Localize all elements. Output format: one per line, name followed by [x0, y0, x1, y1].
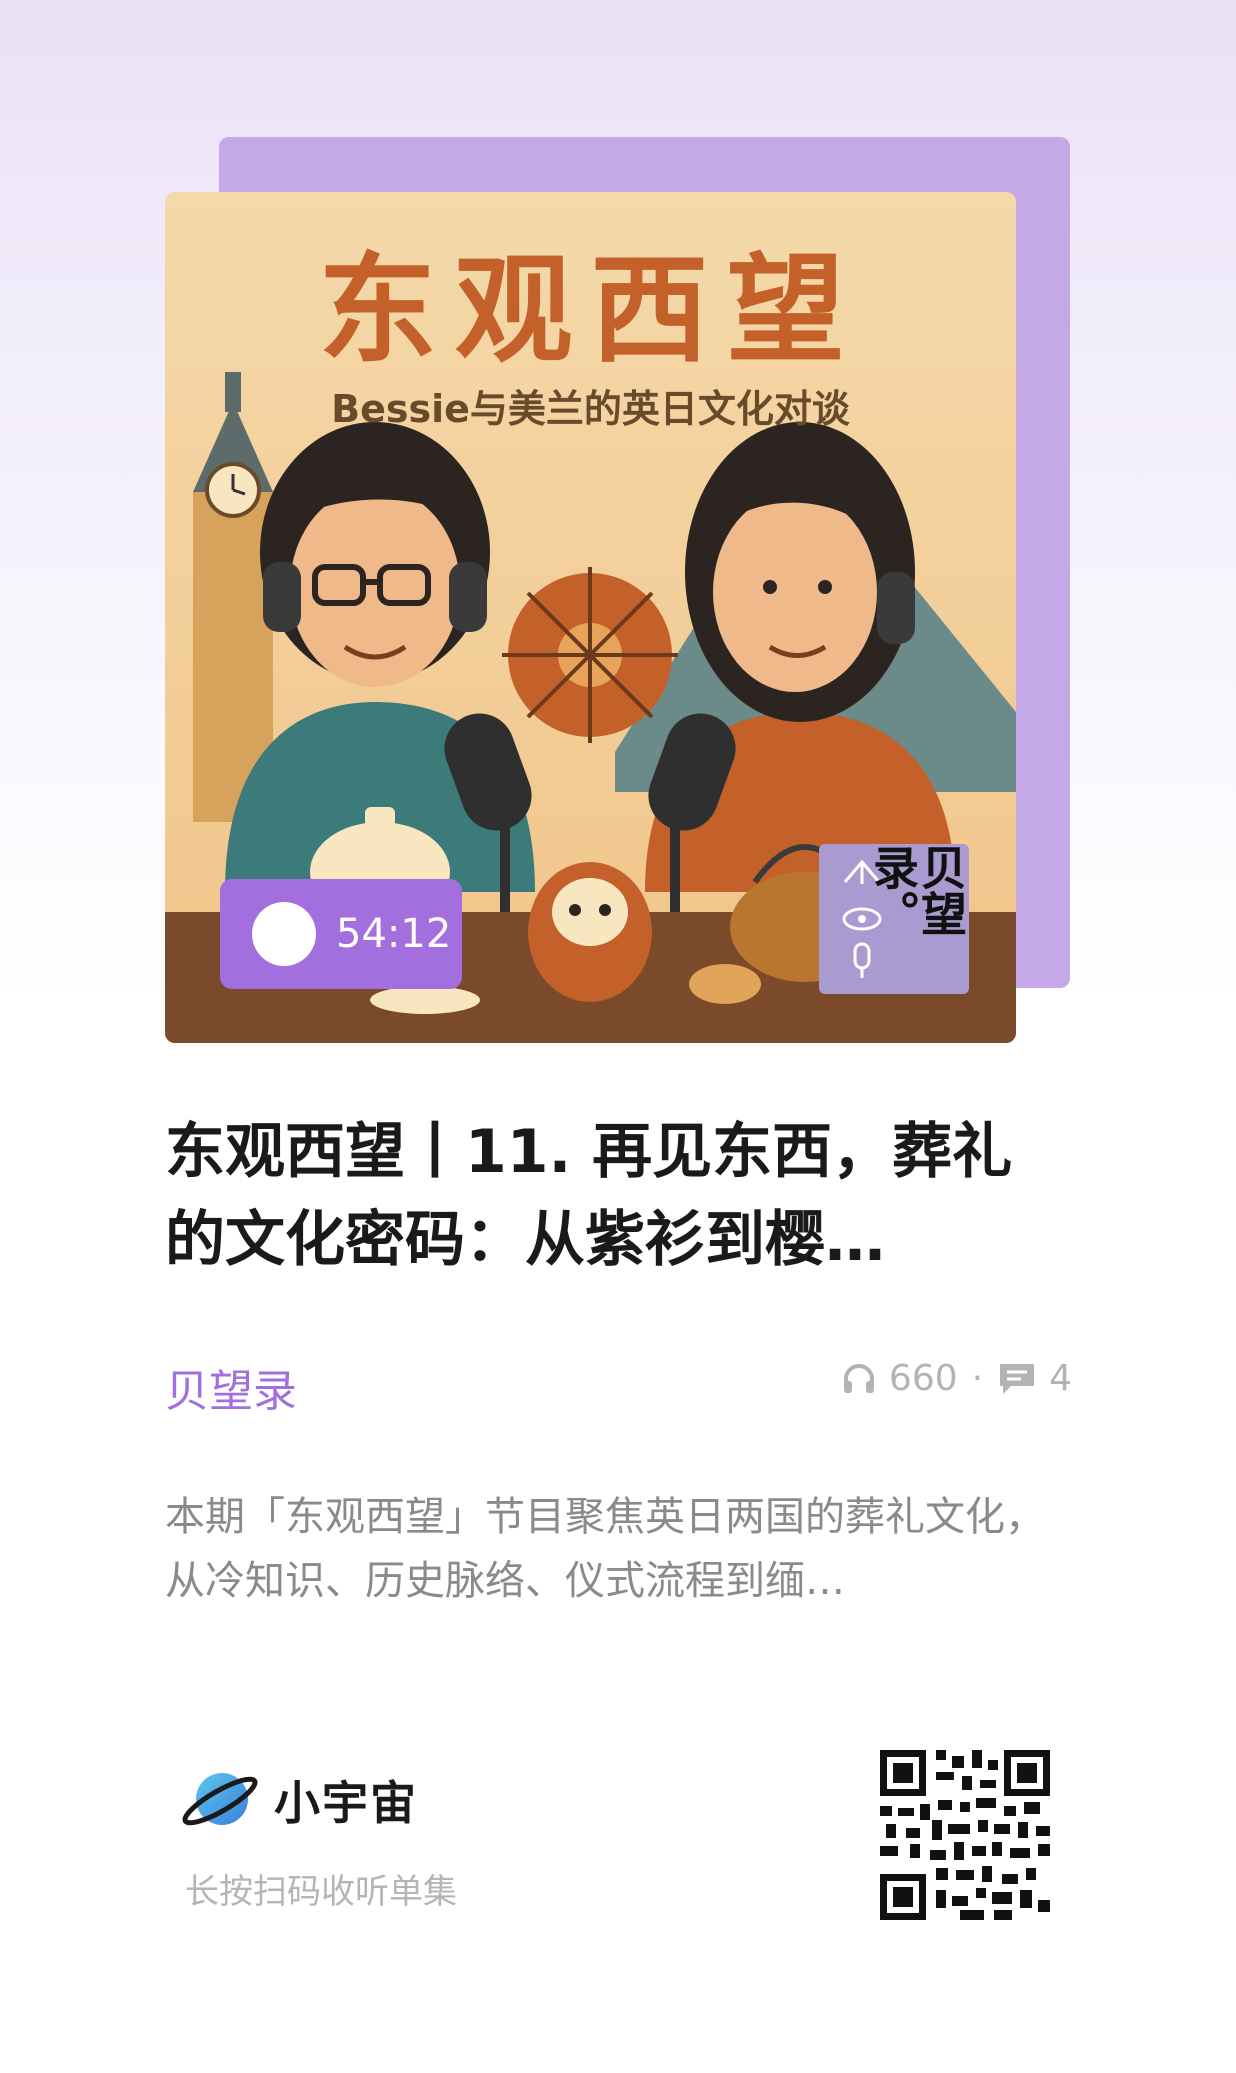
cover-subtitle: Bessie与美兰的英日文化对谈 — [331, 387, 850, 431]
headphones-icon — [841, 1361, 877, 1397]
badge-text: 贝望录。 — [866, 844, 968, 936]
stats-separator: · — [971, 1358, 984, 1399]
play-icon — [228, 882, 316, 966]
episode-description: 本期「东观西望」节目聚焦英日两国的葬礼文化，从冷知识、历史脉络、仪式流程到缅… — [165, 1494, 1045, 1604]
episode-cover-art[interactable]: 东观西望 Bessie与美兰的英日文化对谈 54:12 贝望录。 — [165, 192, 1016, 1043]
play-button[interactable]: 54:12 — [220, 879, 462, 989]
xiaoyuzhou-brand: 小宇宙 — [180, 1765, 418, 1835]
episode-stats: 660 · 4 — [841, 1358, 1072, 1399]
play-count: 660 — [888, 1358, 958, 1399]
planet-logo-icon — [182, 1773, 258, 1826]
scan-hint: 长按扫码收听单集 — [185, 1872, 457, 1912]
podcast-logo-badge: 贝望录。 — [819, 844, 969, 994]
episode-title: 东观西望丨11. 再见东西，葬礼的文化密码：从紫衫到樱… — [165, 1117, 1013, 1275]
qr-code[interactable] — [880, 1750, 1050, 1920]
podcast-name-link[interactable]: 贝望录 — [165, 1355, 297, 1419]
comment-count: 4 — [1049, 1358, 1072, 1399]
episode-duration: 54:12 — [336, 911, 452, 957]
brand-name: 小宇宙 — [274, 1776, 418, 1830]
cover-title: 东观西望 — [318, 241, 863, 379]
comment-icon[interactable] — [997, 1361, 1037, 1397]
